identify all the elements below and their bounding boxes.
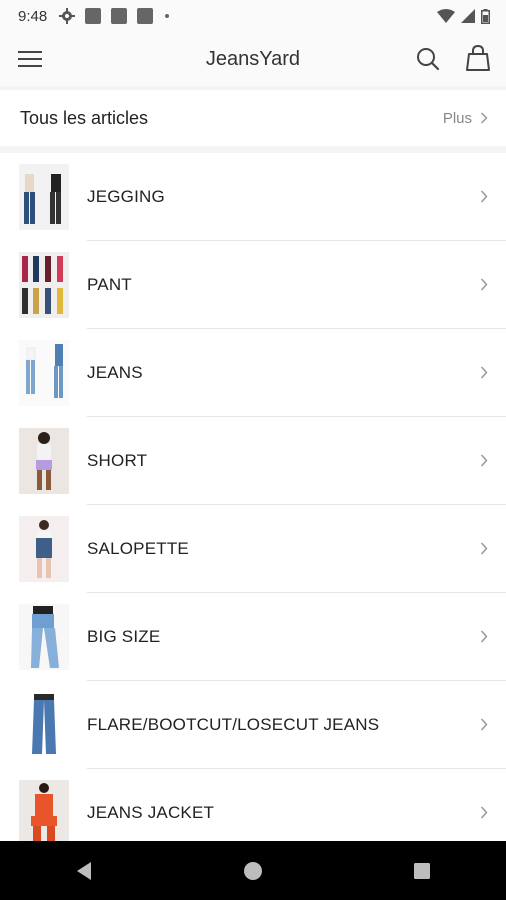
category-thumbnail [19,252,69,318]
notification-icon [137,8,154,24]
chevron-right-icon [480,190,488,203]
app-bar: JeansYard [0,32,506,86]
status-right-icons [437,8,490,24]
home-button[interactable] [223,841,283,900]
system-nav-bar [0,841,506,900]
chevron-right-icon [480,112,488,124]
all-items-header: Tous les articles Plus [0,90,506,146]
chevron-right-icon [480,454,488,467]
battery-icon [481,8,490,24]
category-thumbnail [19,164,69,230]
home-circle-icon [243,861,262,880]
cell-signal-icon [461,9,475,23]
category-label: PANT [87,275,132,294]
chevron-right-icon [480,630,488,643]
category-item-salopette[interactable]: SALOPETTE [0,505,506,593]
shopping-bag-button[interactable] [465,44,491,72]
chevron-right-icon [480,278,488,291]
category-thumbnail [19,604,69,670]
search-button[interactable] [415,46,441,72]
recents-button[interactable] [392,841,452,900]
category-thumbnail [19,780,69,841]
section-title: Tous les articles [20,107,149,128]
category-label: SHORT [87,451,148,470]
chevron-right-icon [480,542,488,555]
category-thumbnail [19,516,69,582]
category-label: BIG SIZE [87,627,161,646]
settings-icon [59,8,76,24]
shopping-bag-icon [466,44,490,71]
category-list: JEGGING PANT JEANS SHORT SALOPETTE BIG S… [0,153,506,841]
more-notifications-dot-icon [165,14,170,18]
category-item-jegging[interactable]: JEGGING [0,153,506,241]
category-item-pant[interactable]: PANT [0,241,506,329]
category-label: SALOPETTE [87,539,189,558]
more-link[interactable]: Plus [443,110,488,127]
category-label: FLARE/BOOTCUT/LOSECUT JEANS [87,715,380,734]
category-label: JEANS JACKET [87,803,215,822]
hamburger-icon [18,51,42,67]
notification-icon [111,8,128,24]
chevron-right-icon [480,366,488,379]
status-time: 9:48 [18,7,48,25]
category-thumbnail [19,340,69,406]
category-label: JEGGING [87,187,165,206]
wifi-icon [437,9,455,23]
chevron-right-icon [480,806,488,819]
recents-square-icon [413,862,430,879]
menu-button[interactable] [18,47,44,71]
category-label: JEANS [87,363,143,382]
category-thumbnail [19,428,69,494]
category-item-big-size[interactable]: BIG SIZE [0,593,506,681]
search-icon [417,48,440,71]
more-label: Plus [442,109,472,127]
back-triangle-icon [77,861,92,880]
notification-icon [85,8,102,24]
category-item-jeans-jacket[interactable]: JEANS JACKET [0,769,506,841]
category-thumbnail [19,692,69,758]
category-item-short[interactable]: SHORT [0,417,506,505]
category-item-jeans[interactable]: JEANS [0,329,506,417]
back-button[interactable] [54,841,114,900]
chevron-right-icon [480,718,488,731]
status-bar: 9:48 [0,0,506,32]
category-item-flare-bootcut[interactable]: FLARE/BOOTCUT/LOSECUT JEANS [0,681,506,769]
